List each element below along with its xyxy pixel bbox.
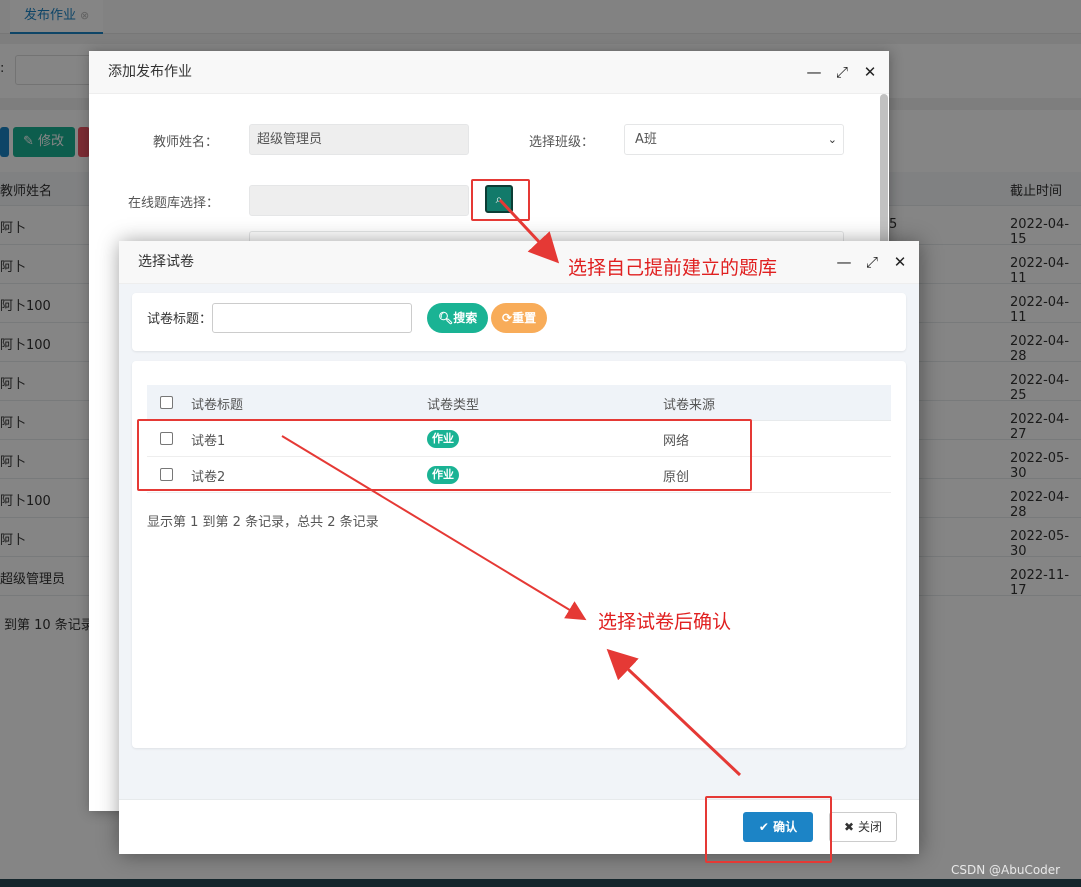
search-button-label: 搜索 xyxy=(453,311,478,325)
minimize-icon[interactable]: — xyxy=(800,51,828,94)
class-value: A班 xyxy=(635,132,657,147)
paper-title-input[interactable] xyxy=(212,303,412,333)
watermark: CSDN @AbuCoder xyxy=(951,863,1061,877)
search-icon: 🔍︎ xyxy=(438,311,454,325)
close-icon[interactable]: ✕ xyxy=(886,241,914,284)
class-label: 选择班级： xyxy=(529,135,595,150)
bank-label: 在线题库选择： xyxy=(128,196,220,211)
col-paper-type: 试卷类型 xyxy=(427,398,480,413)
select-all-checkbox[interactable] xyxy=(160,396,173,409)
dialog-title-bar: 添加发布作业 — ⤢ ✕ xyxy=(89,51,889,94)
search-button[interactable]: 🔍︎搜索 xyxy=(427,303,489,333)
paper-title-label: 试卷标题： xyxy=(147,312,213,327)
dialog-title: 添加发布作业 xyxy=(108,64,192,80)
teacher-label: 教师姓名： xyxy=(153,135,219,150)
highlight-confirm-button xyxy=(705,796,832,863)
dialog-body: 试卷标题： 🔍︎搜索 ⟳重置 试卷标题 试卷类型 试卷来源 试卷1 作业 网络 xyxy=(119,284,919,799)
times-icon: ✖ xyxy=(844,820,855,834)
col-paper-source: 试卷来源 xyxy=(663,398,716,413)
table-info: 显示第 1 到第 2 条记录，总共 2 条记录 xyxy=(147,515,379,530)
dialog-title-bar: 选择试卷 — ⤢ ✕ xyxy=(119,241,919,284)
annotation-pick-bank: 选择自己提前建立的题库 xyxy=(568,257,778,279)
minimize-icon[interactable]: — xyxy=(830,241,858,284)
col-paper-title: 试卷标题 xyxy=(191,398,244,413)
teacher-field: 超级管理员 xyxy=(249,124,469,155)
select-paper-dialog: 选择试卷 — ⤢ ✕ 试卷标题： 🔍︎搜索 ⟳重置 试卷标题 试卷类型 试卷来源 xyxy=(119,241,919,854)
refresh-icon: ⟳ xyxy=(502,311,513,325)
close-icon[interactable]: ✕ xyxy=(856,51,884,94)
highlight-paper-rows xyxy=(137,419,752,491)
table-header: 试卷标题 试卷类型 试卷来源 xyxy=(147,385,891,421)
highlight-pick-button xyxy=(471,179,530,221)
close-label: 关闭 xyxy=(857,820,882,834)
dialog-title: 选择试卷 xyxy=(138,254,194,270)
window-controls: — ⤢ ✕ xyxy=(800,51,884,94)
teacher-value: 超级管理员 xyxy=(257,132,323,147)
maximize-icon[interactable]: ⤢ xyxy=(858,241,886,284)
close-button[interactable]: ✖ 关闭 xyxy=(829,812,897,842)
maximize-icon[interactable]: ⤢ xyxy=(828,51,856,94)
window-controls: — ⤢ ✕ xyxy=(830,241,914,284)
reset-button[interactable]: ⟳重置 xyxy=(491,303,548,333)
annotation-confirm-paper: 选择试卷后确认 xyxy=(598,611,732,633)
chevron-down-icon: ⌄ xyxy=(827,133,837,146)
bank-field[interactable] xyxy=(249,185,469,216)
class-select[interactable]: A班 ⌄ xyxy=(624,124,844,155)
reset-button-label: 重置 xyxy=(512,311,537,325)
search-panel: 试卷标题： 🔍︎搜索 ⟳重置 xyxy=(132,293,906,351)
